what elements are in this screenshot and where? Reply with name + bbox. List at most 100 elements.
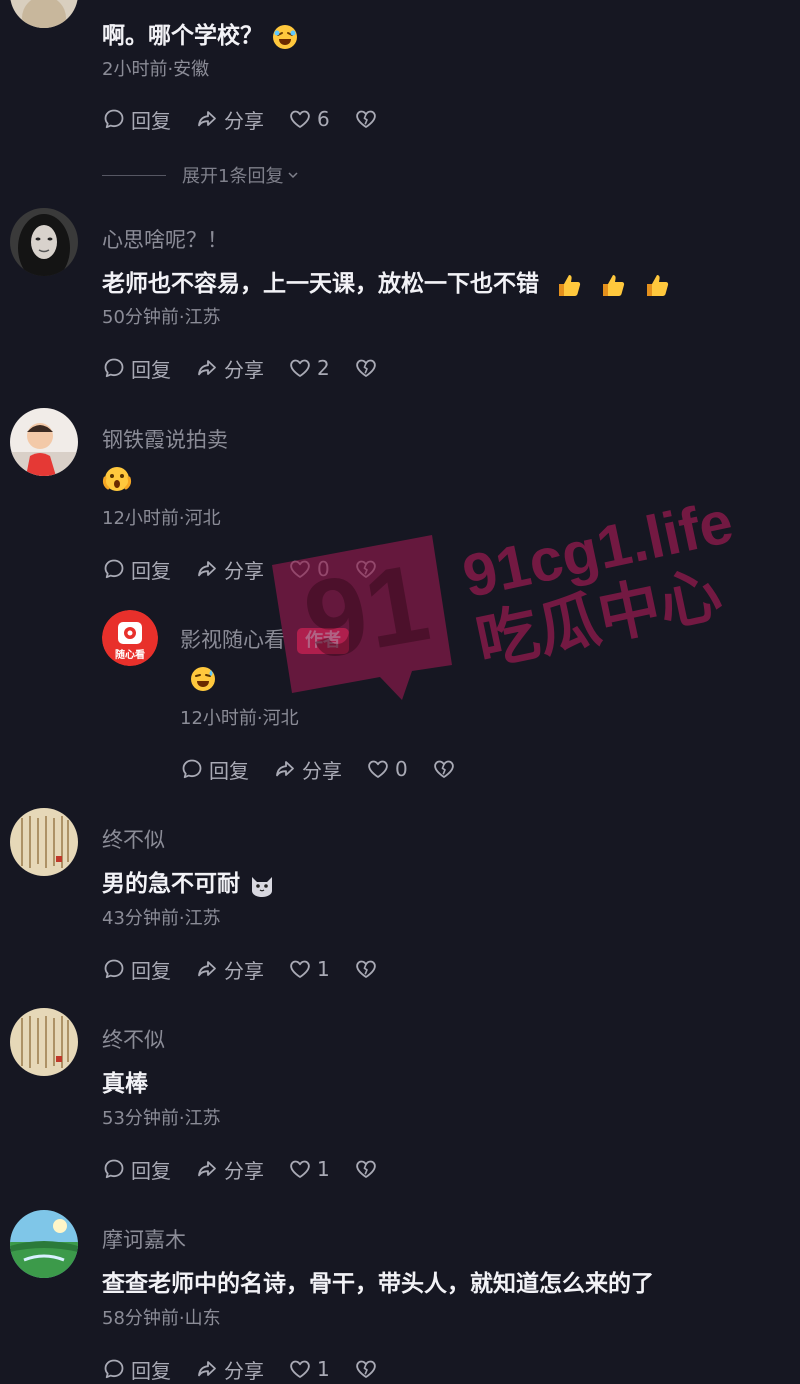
reply-icon <box>102 1357 126 1381</box>
share-button[interactable]: 分享 <box>195 1355 264 1384</box>
avatar-brand-text: 随心看 <box>115 650 145 661</box>
heart-icon <box>288 107 312 131</box>
expand-replies-button[interactable]: 展开1条回复 <box>102 162 299 188</box>
comment-actions: 回复 分享 1 <box>102 954 402 984</box>
comment-content: 啊。哪个学校？ <box>102 16 299 51</box>
reply-icon <box>102 1157 126 1181</box>
avatar[interactable] <box>10 0 78 28</box>
comment-content: 查查老师中的名诗，骨干，带头人，就知道怎么来的了 <box>102 1271 654 1297</box>
dislike-button[interactable] <box>354 356 378 380</box>
dislike-button[interactable] <box>354 957 378 981</box>
divider <box>102 174 166 176</box>
reply-button[interactable]: 回复 <box>102 955 171 984</box>
comment-actions: 回复 分享 2 <box>102 353 402 383</box>
share-icon <box>195 107 219 131</box>
thumbs-up-emoji-icon <box>647 274 669 296</box>
comment-meta: 58分钟前·山东 <box>102 1308 221 1329</box>
reply-button[interactable]: 回复 <box>180 755 249 784</box>
dislike-button[interactable] <box>432 757 456 781</box>
comment-meta: 2小时前·安徽 <box>102 59 210 80</box>
like-button[interactable]: 6 <box>288 107 330 131</box>
reply-item: 随心看 影视随心看 作者 12小时前·河北 回复 分享 0 <box>0 600 800 800</box>
heart-icon <box>288 356 312 380</box>
reply-icon <box>102 557 126 581</box>
avatar[interactable]: 随心看 <box>102 610 158 666</box>
comment-meta: 43分钟前·江苏 <box>102 908 221 929</box>
like-button[interactable]: 0 <box>366 757 408 781</box>
like-button[interactable]: 1 <box>288 1157 330 1181</box>
comment-content: 男的急不可耐 <box>102 864 276 899</box>
reply-icon <box>180 757 204 781</box>
heart-icon <box>366 757 390 781</box>
comment-content: 真棒 <box>102 1071 148 1097</box>
comment-username[interactable]: 心思啥呢？！ <box>102 224 228 254</box>
avatar[interactable] <box>10 808 78 876</box>
comment-content: 老师也不容易，上一天课，放松一下也不错 <box>102 264 671 299</box>
like-button[interactable]: 1 <box>288 1357 330 1381</box>
comment-meta: 12小时前·河北 <box>102 508 221 529</box>
comment-content <box>102 464 132 494</box>
reply-button[interactable]: 回复 <box>102 555 171 584</box>
heart-icon <box>288 557 312 581</box>
like-count: 0 <box>395 757 408 781</box>
author-badge: 作者 <box>297 628 349 654</box>
laughing-emoji-icon <box>273 24 297 49</box>
avatar[interactable] <box>10 1008 78 1076</box>
share-button[interactable]: 分享 <box>273 755 342 784</box>
broken-heart-icon <box>354 356 378 380</box>
dislike-button[interactable] <box>354 107 378 131</box>
like-count: 0 <box>317 557 330 581</box>
comment-username[interactable]: 钢铁霞说拍卖 <box>102 424 228 454</box>
avatar[interactable] <box>10 208 78 276</box>
reply-icon <box>102 356 126 380</box>
comment-feed: 啊。哪个学校？ 2小时前·安徽 回复 分享 6 展开1条回复 心思啥呢？！ 老师… <box>0 0 800 1383</box>
share-button[interactable]: 分享 <box>195 354 264 383</box>
like-button[interactable]: 1 <box>288 957 330 981</box>
reply-actions: 回复 分享 0 <box>180 754 480 784</box>
dislike-button[interactable] <box>354 1157 378 1181</box>
like-button[interactable]: 0 <box>288 557 330 581</box>
share-icon <box>195 356 219 380</box>
broken-heart-icon <box>354 107 378 131</box>
reply-button[interactable]: 回复 <box>102 354 171 383</box>
reply-icon <box>102 957 126 981</box>
like-button[interactable]: 2 <box>288 356 330 380</box>
like-count: 6 <box>317 107 330 131</box>
comment-item: 钢铁霞说拍卖 12小时前·河北 回复 分享 0 <box>0 400 800 600</box>
reply-button[interactable]: 回复 <box>102 1155 171 1184</box>
reply-button[interactable]: 回复 <box>102 105 171 134</box>
comment-actions: 回复 分享 0 <box>102 554 402 584</box>
broken-heart-icon <box>354 957 378 981</box>
broken-heart-icon <box>354 1157 378 1181</box>
heart-icon <box>288 957 312 981</box>
thumbs-up-emoji-icon <box>559 274 581 296</box>
comment-actions: 回复 分享 6 <box>102 104 402 134</box>
share-button[interactable]: 分享 <box>195 105 264 134</box>
comment-username[interactable]: 摩诃嘉木 <box>102 1224 186 1254</box>
reply-button[interactable]: 回复 <box>102 1355 171 1384</box>
shocked-emoji-icon <box>102 467 132 491</box>
heart-icon <box>288 1357 312 1381</box>
comment-item: 心思啥呢？！ 老师也不容易，上一天课，放松一下也不错 50分钟前·江苏 回复 分… <box>0 200 800 400</box>
comment-username[interactable]: 终不似 <box>102 1024 165 1054</box>
reply-username[interactable]: 影视随心看 作者 <box>180 624 349 654</box>
reply-icon <box>102 107 126 131</box>
share-icon <box>195 1357 219 1381</box>
share-button[interactable]: 分享 <box>195 555 264 584</box>
share-button[interactable]: 分享 <box>195 955 264 984</box>
dislike-button[interactable] <box>354 557 378 581</box>
comment-item: 摩诃嘉木 查查老师中的名诗，骨干，带头人，就知道怎么来的了 58分钟前·山东 回… <box>0 1200 800 1383</box>
avatar[interactable] <box>10 408 78 476</box>
share-icon <box>273 757 297 781</box>
share-button[interactable]: 分享 <box>195 1155 264 1184</box>
broken-heart-icon <box>432 757 456 781</box>
comment-meta: 53分钟前·江苏 <box>102 1108 221 1129</box>
avatar[interactable] <box>10 1210 78 1278</box>
comment-item: 终不似 真棒 53分钟前·江苏 回复 分享 1 <box>0 1000 800 1200</box>
cat-emoji-icon <box>252 876 272 897</box>
comment-username[interactable]: 终不似 <box>102 824 165 854</box>
comment-actions: 回复 分享 1 <box>102 1154 402 1184</box>
dislike-button[interactable] <box>354 1357 378 1381</box>
broken-heart-icon <box>354 557 378 581</box>
like-count: 2 <box>317 356 330 380</box>
